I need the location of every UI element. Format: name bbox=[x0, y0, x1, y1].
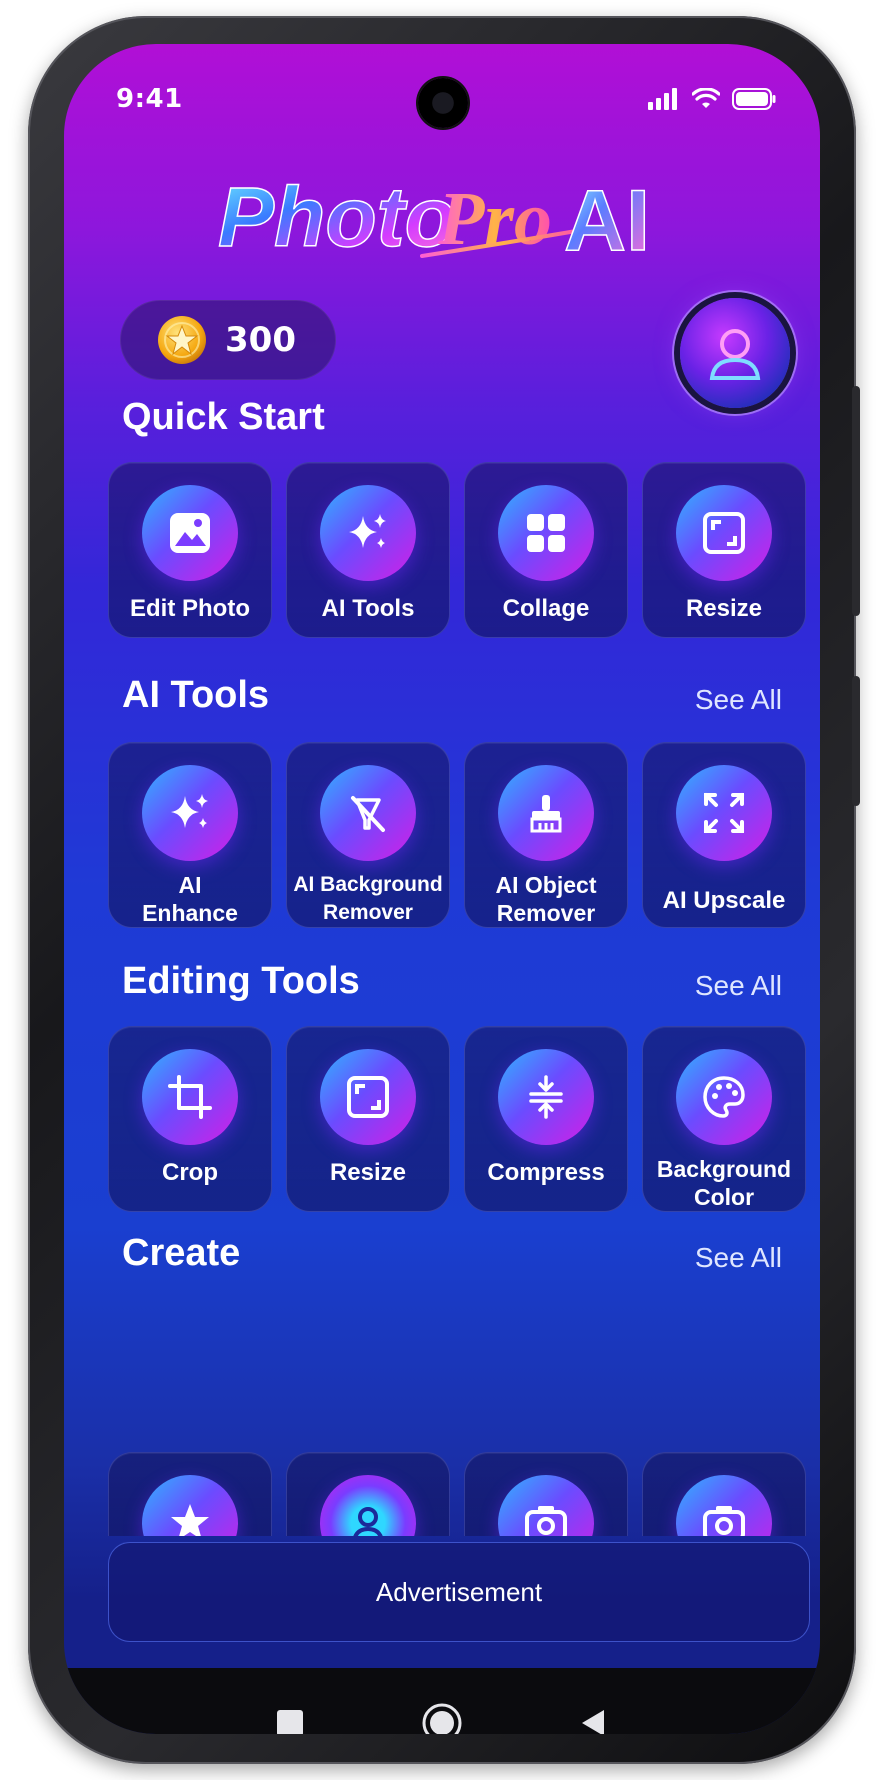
tile-label-line2: Remover bbox=[323, 901, 413, 924]
person-icon bbox=[320, 1475, 416, 1536]
palette-icon bbox=[676, 1049, 772, 1145]
ai-background-remover-tile[interactable]: AI Background Remover bbox=[286, 742, 450, 928]
tile-label-line1: Background bbox=[656, 1156, 792, 1182]
star-icon bbox=[142, 1475, 238, 1536]
quick-resize-tile[interactable]: Resize bbox=[642, 462, 806, 638]
app-logo: Photo Pro AI bbox=[64, 164, 820, 274]
camera-icon bbox=[498, 1475, 594, 1536]
home-button[interactable] bbox=[412, 1693, 472, 1734]
tile-label: AI Upscale bbox=[662, 887, 786, 914]
create-grid bbox=[108, 1452, 808, 1536]
crop-tile[interactable]: Crop bbox=[108, 1026, 272, 1212]
ai-upscale-tile[interactable]: AI Upscale bbox=[642, 742, 806, 928]
compress-tile[interactable]: Compress bbox=[464, 1026, 628, 1212]
volume-button bbox=[852, 386, 860, 616]
wifi-icon bbox=[692, 88, 720, 108]
expand-icon bbox=[676, 765, 772, 861]
front-camera bbox=[418, 78, 468, 128]
sparkles-icon bbox=[320, 485, 416, 581]
camera-icon bbox=[676, 1475, 772, 1536]
resize-tile[interactable]: Resize bbox=[286, 1026, 450, 1212]
ai-tools-grid: AI Enhance AI Background Remover AI Obje… bbox=[108, 742, 808, 928]
resize-icon bbox=[676, 485, 772, 581]
tile-label: Resize bbox=[685, 595, 763, 622]
ai-enhance-tile[interactable]: AI Enhance bbox=[108, 742, 272, 928]
editing-tools-title: Editing Tools bbox=[122, 960, 360, 1002]
logo-text-pro: Pro bbox=[437, 177, 552, 261]
background-remove-icon bbox=[320, 765, 416, 861]
tile-label: Collage bbox=[502, 595, 590, 622]
user-avatar-icon bbox=[709, 329, 761, 380]
tile-label-line1: AI Object bbox=[495, 872, 597, 898]
create-tile[interactable] bbox=[642, 1452, 806, 1536]
back-triangle-icon bbox=[582, 1710, 604, 1734]
square-icon bbox=[277, 1710, 303, 1734]
back-button[interactable] bbox=[564, 1693, 624, 1734]
create-tile[interactable] bbox=[108, 1452, 272, 1536]
background-color-tile[interactable]: Background Color bbox=[642, 1026, 806, 1212]
create-title: Create bbox=[122, 1232, 241, 1274]
editing-tools-see-all-link[interactable]: See All bbox=[695, 970, 782, 1002]
tile-label: Crop bbox=[162, 1159, 218, 1186]
coin-count: 300 bbox=[225, 320, 296, 360]
logo-text-photo: Photo bbox=[218, 170, 456, 264]
tile-label-line1: AI bbox=[178, 872, 202, 898]
quick-ai-tools-tile[interactable]: AI Tools bbox=[286, 462, 450, 638]
tile-label: Edit Photo bbox=[130, 595, 250, 622]
profile-avatar-button[interactable] bbox=[680, 298, 790, 408]
system-navigation-bar bbox=[64, 1668, 820, 1734]
coin-balance[interactable]: 300 bbox=[120, 300, 336, 380]
create-row-clip bbox=[64, 1452, 820, 1536]
power-button bbox=[852, 676, 860, 806]
image-icon bbox=[142, 485, 238, 581]
status-icons bbox=[648, 88, 776, 110]
phone-frame: 9:41 Photo Pro AI 300 Quick Start Edit P… bbox=[28, 16, 860, 1764]
compress-icon bbox=[498, 1049, 594, 1145]
battery-icon bbox=[732, 88, 776, 110]
ai-object-remover-tile[interactable]: AI Object Remover bbox=[464, 742, 628, 928]
tile-label: AI Background Remover bbox=[287, 871, 448, 927]
quick-collage-tile[interactable]: Collage bbox=[464, 462, 628, 638]
tile-label: Background Color bbox=[651, 1155, 797, 1211]
status-time: 9:41 bbox=[116, 84, 183, 114]
create-tile[interactable] bbox=[464, 1452, 628, 1536]
quick-start-grid: Edit Photo AI Tools Collage Resize bbox=[108, 462, 808, 638]
ai-tools-see-all-link[interactable]: See All bbox=[695, 684, 782, 716]
brush-icon bbox=[498, 765, 594, 861]
grid-icon bbox=[498, 485, 594, 581]
tile-label-line2: Color bbox=[693, 1184, 755, 1210]
tile-label: AI Object Remover bbox=[490, 871, 603, 927]
signal-icon bbox=[648, 88, 677, 110]
tile-label: AI Enhance bbox=[136, 871, 244, 927]
tile-label-line2: Remover bbox=[496, 900, 596, 926]
create-tile[interactable] bbox=[286, 1452, 450, 1536]
crop-icon bbox=[142, 1049, 238, 1145]
advertisement-banner[interactable]: Advertisement bbox=[108, 1542, 810, 1642]
ai-tools-title: AI Tools bbox=[122, 674, 270, 716]
star-coin-icon bbox=[158, 316, 206, 364]
tile-label: AI Tools bbox=[321, 595, 415, 622]
tile-label: Resize bbox=[329, 1159, 407, 1186]
create-see-all-link[interactable]: See All bbox=[695, 1242, 782, 1274]
quick-edit-photo-tile[interactable]: Edit Photo bbox=[108, 462, 272, 638]
editing-tools-grid: Crop Resize Compress Background Color bbox=[108, 1026, 808, 1212]
tile-label: Compress bbox=[487, 1159, 605, 1186]
tile-label-line1: AI Background bbox=[293, 873, 443, 896]
quick-start-title: Quick Start bbox=[122, 396, 325, 438]
advertisement-label: Advertisement bbox=[375, 1576, 543, 1607]
app-screen: 9:41 Photo Pro AI 300 Quick Start Edit P… bbox=[64, 44, 820, 1734]
resize-icon bbox=[320, 1049, 416, 1145]
logo-text-ai: AI bbox=[564, 173, 650, 269]
sparkles-icon bbox=[142, 765, 238, 861]
circle-home-icon bbox=[422, 1703, 462, 1734]
recents-button[interactable] bbox=[260, 1693, 320, 1734]
tile-label-line2: Enhance bbox=[142, 900, 238, 926]
